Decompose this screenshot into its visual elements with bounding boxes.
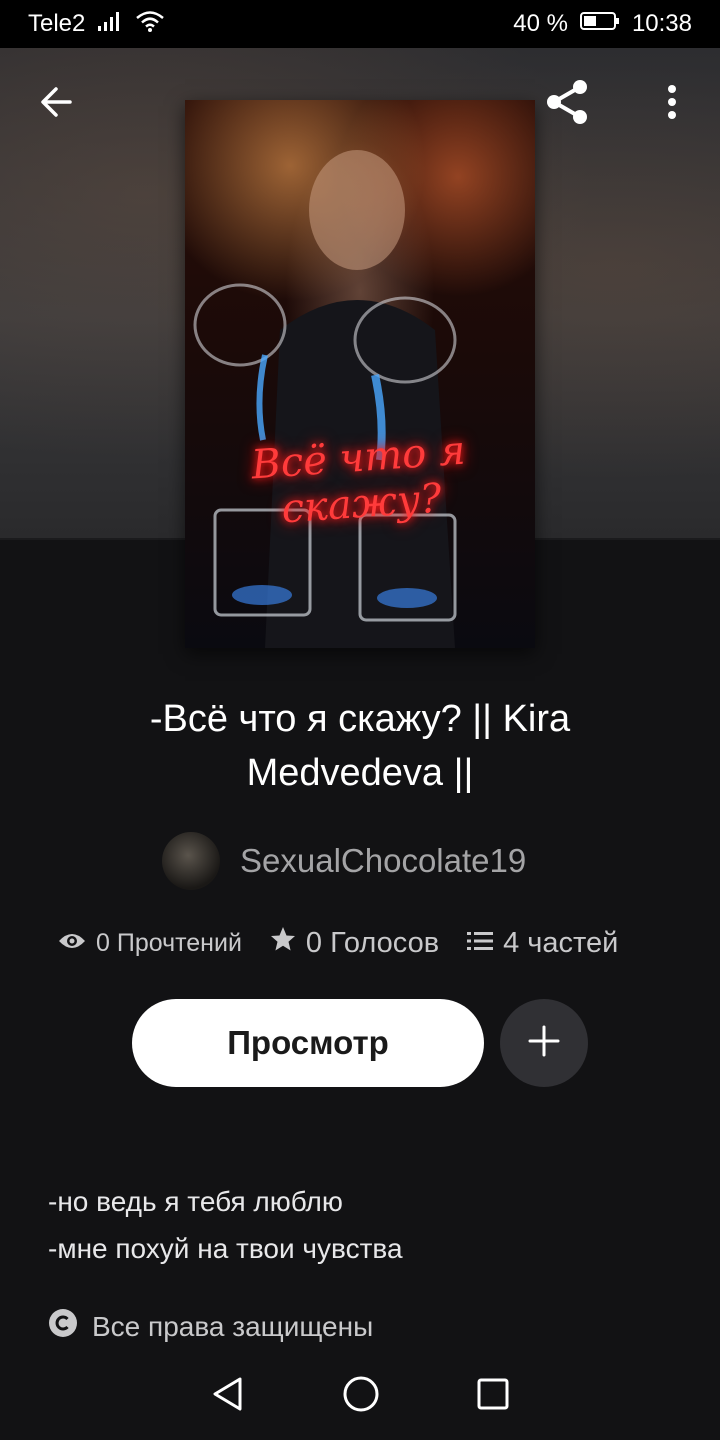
story-title: -Всё что я скажу? || Kira Medvedeva ||	[149, 698, 571, 794]
copyright-icon	[48, 1308, 78, 1345]
votes-count: 0 Голосов	[305, 926, 440, 959]
reads-count: 0 Прочтений	[96, 928, 242, 957]
add-to-library-button[interactable]	[500, 999, 588, 1087]
battery-label: 40 %	[513, 10, 568, 37]
description-line: -мне похуй на твои чувства	[48, 1233, 403, 1264]
more-vert-icon	[666, 84, 678, 125]
parts-count: 4 частей	[503, 926, 619, 959]
story-stats: 0 Прочтений 0 Голосов 4 частей	[58, 926, 678, 960]
battery-icon	[579, 10, 620, 38]
more-options-button[interactable]	[646, 78, 698, 130]
story-cover-image[interactable]: Всё что я скажу?	[185, 100, 535, 648]
copyright-label: Все права защищены	[92, 1310, 374, 1342]
share-icon	[542, 77, 592, 132]
plus-icon	[527, 1024, 561, 1063]
wifi-icon	[135, 10, 165, 39]
list-icon	[467, 927, 494, 960]
author-avatar	[162, 832, 220, 890]
copyright-notice: Все права защищены	[48, 1308, 373, 1345]
story-description: -но ведь я тебя люблю -мне похуй на твои…	[48, 1178, 403, 1272]
system-nav-bar	[0, 1352, 720, 1440]
signal-icon	[97, 10, 123, 39]
clock: 10:38	[631, 10, 692, 37]
parts-stat: 4 частей	[467, 927, 618, 960]
back-button[interactable]	[30, 78, 82, 130]
view-button[interactable]: Просмотр	[132, 999, 484, 1087]
back-arrow-icon	[36, 82, 76, 127]
nav-recents-icon[interactable]	[476, 1377, 510, 1416]
author-name: SexualChocolate19	[240, 842, 527, 879]
votes-stat: 0 Голосов	[270, 926, 439, 960]
reads-stat: 0 Прочтений	[58, 929, 242, 958]
status-bar: Tele2 40 % 10:38	[0, 0, 720, 48]
share-button[interactable]	[541, 78, 593, 130]
nav-home-icon[interactable]	[342, 1375, 380, 1418]
nav-back-icon[interactable]	[210, 1376, 246, 1417]
eye-icon	[58, 929, 86, 958]
star-icon	[270, 926, 296, 960]
author-link[interactable]: SexualChocolate19	[162, 832, 526, 890]
carrier-label: Tele2	[28, 10, 86, 37]
description-line: -но ведь я тебя люблю	[48, 1186, 343, 1217]
